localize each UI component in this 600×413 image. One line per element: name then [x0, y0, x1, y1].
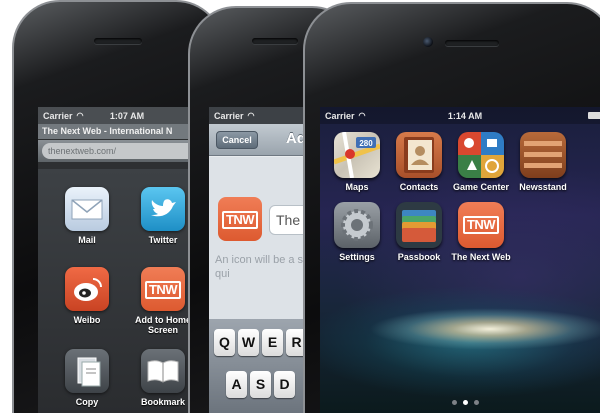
app-label: Newsstand: [519, 182, 567, 192]
page-dot-active: [462, 400, 468, 405]
share-copy-button[interactable]: Copy: [56, 349, 118, 407]
share-add-home-button[interactable]: TNW Add to Home Screen: [132, 267, 194, 335]
game-center-icon: [458, 132, 504, 178]
wifi-icon: ◠: [358, 111, 366, 120]
app-contacts[interactable]: Contacts: [386, 132, 452, 192]
tnw-icon: TNW: [458, 202, 504, 248]
tnw-logo: TNW: [462, 216, 500, 234]
key-d[interactable]: D: [274, 371, 295, 398]
app-the-next-web[interactable]: TNW The Next Web: [448, 202, 514, 262]
cancel-button[interactable]: Cancel: [216, 131, 258, 149]
newsstand-icon: [520, 132, 566, 178]
url-field[interactable]: thenextweb.com/: [42, 143, 200, 159]
maps-badge: 280: [359, 139, 373, 148]
earpiece: [252, 38, 298, 44]
key-s[interactable]: S: [250, 371, 271, 398]
passbook-icon: [396, 202, 442, 248]
tnw-logo: TNW: [221, 211, 259, 229]
battery-icon: [588, 112, 600, 119]
share-bookmark-button[interactable]: Bookmark: [132, 349, 194, 407]
app-game-center[interactable]: Game Center: [448, 132, 514, 192]
copy-icon: [65, 349, 109, 393]
earpiece: [445, 40, 499, 46]
tnw-icon: TNW: [141, 267, 185, 311]
share-label: Add to Home Screen: [135, 315, 191, 335]
iphone-right: Carrier ◠ 1:14 AM 280 Maps Contacts Game…: [303, 2, 600, 413]
weibo-icon: [65, 267, 109, 311]
share-label: Bookmark: [140, 397, 185, 407]
key-w[interactable]: W: [238, 329, 259, 356]
front-camera: [423, 37, 433, 47]
page-dot: [473, 400, 479, 405]
status-bar: Carrier ◠ 1:14 AM: [320, 107, 600, 124]
share-label: Twitter: [148, 235, 178, 245]
app-newsstand[interactable]: Newsstand: [510, 132, 576, 192]
settings-icon: [334, 202, 380, 248]
maps-icon: 280: [334, 132, 380, 178]
app-label: The Next Web: [451, 252, 511, 262]
carrier-label: Carrier: [214, 110, 244, 121]
app-label: Settings: [339, 252, 375, 262]
share-label: Copy: [75, 397, 99, 407]
app-label: Maps: [345, 182, 369, 192]
share-label: Mail: [78, 235, 96, 245]
mail-icon: [65, 187, 109, 231]
app-label: Game Center: [452, 182, 510, 192]
page-dot: [451, 400, 457, 405]
key-a[interactable]: A: [226, 371, 247, 398]
page-indicator[interactable]: [320, 392, 600, 410]
key-e[interactable]: E: [262, 329, 283, 356]
home-screen: Carrier ◠ 1:14 AM 280 Maps Contacts Game…: [320, 107, 600, 413]
tnw-logo: TNW: [144, 281, 182, 299]
earpiece: [94, 38, 142, 44]
tnw-icon: TNW: [218, 197, 262, 241]
carrier-label: Carrier: [43, 110, 73, 121]
twitter-icon: [141, 187, 185, 231]
wifi-icon: ◠: [247, 111, 255, 120]
app-label: Contacts: [399, 182, 439, 192]
share-twitter-button[interactable]: Twitter: [132, 187, 194, 245]
contacts-icon: [396, 132, 442, 178]
bookmark-icon: [141, 349, 185, 393]
wifi-icon: ◠: [76, 111, 84, 120]
app-settings[interactable]: Settings: [324, 202, 390, 262]
share-weibo-button[interactable]: Weibo: [56, 267, 118, 325]
app-maps[interactable]: 280 Maps: [324, 132, 390, 192]
carrier-label: Carrier: [325, 110, 355, 121]
app-label: Passbook: [397, 252, 441, 262]
share-label: Weibo: [73, 315, 101, 325]
key-q[interactable]: Q: [214, 329, 235, 356]
app-passbook[interactable]: Passbook: [386, 202, 452, 262]
share-mail-button[interactable]: Mail: [56, 187, 118, 245]
